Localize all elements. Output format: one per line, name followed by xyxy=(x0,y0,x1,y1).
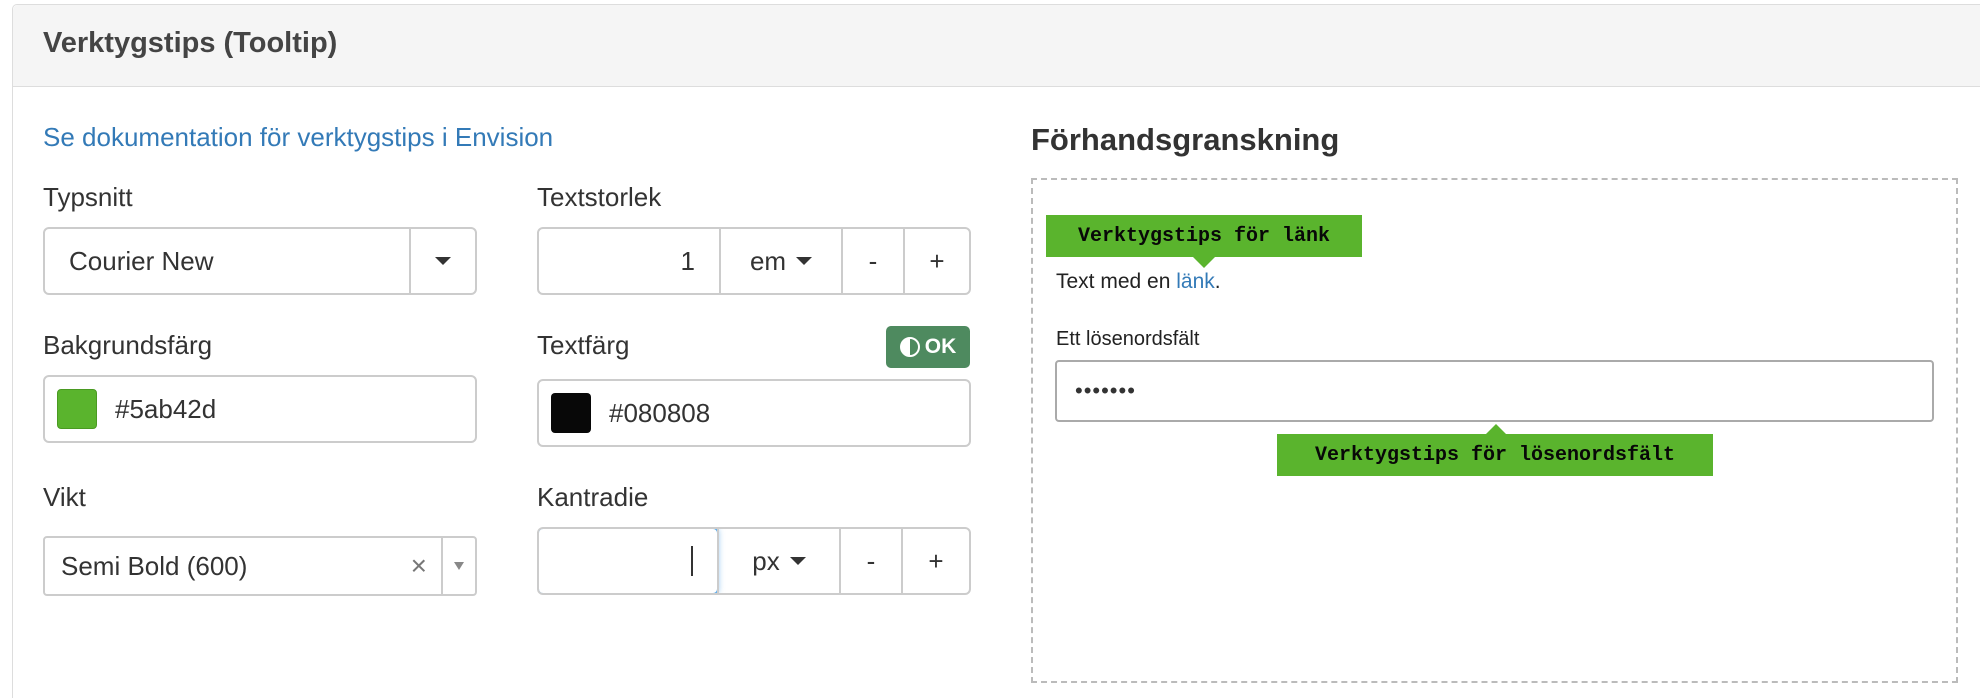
font-select[interactable]: Courier New xyxy=(43,227,477,295)
weight-label: Vikt xyxy=(43,482,86,512)
border-radius-unit-dropdown[interactable]: px xyxy=(717,529,839,593)
background-color-label: Bakgrundsfärg xyxy=(43,330,213,360)
text-color-swatch[interactable] xyxy=(551,393,591,433)
chevron-down-icon xyxy=(435,257,451,265)
link-tooltip-arrow xyxy=(1193,257,1215,268)
preview-link[interactable]: länk xyxy=(1176,270,1215,293)
triangle-down-icon xyxy=(454,562,464,570)
border-radius-label: Kantradie xyxy=(537,482,649,512)
text-cursor xyxy=(691,546,693,576)
border-radius-increase-button[interactable]: + xyxy=(901,529,969,593)
password-field[interactable]: ••••••• xyxy=(1055,360,1934,422)
password-field-label: Ett lösenordsfält xyxy=(1056,328,1200,350)
panel-title: Verktygstips (Tooltip) xyxy=(43,27,338,59)
contrast-status-text: OK xyxy=(924,335,957,358)
text-size-unit: em xyxy=(749,245,787,276)
preview-text-before: Text med en xyxy=(1056,270,1177,293)
clear-icon[interactable]: × xyxy=(411,550,427,582)
chevron-down-icon xyxy=(789,557,806,565)
password-tooltip: Verktygstips för lösenordsfält xyxy=(1277,434,1713,476)
text-color-input[interactable]: #080808 xyxy=(537,379,971,447)
preview-text-line: Text med en länk. xyxy=(1056,270,1221,294)
text-size-increase-button[interactable]: + xyxy=(903,229,969,293)
background-color-input[interactable]: #5ab42d xyxy=(43,375,477,443)
link-tooltip: Verktygstips för länk xyxy=(1046,215,1362,257)
text-color-value: #080808 xyxy=(609,397,711,428)
font-dropdown-button[interactable] xyxy=(409,229,475,293)
weight-select[interactable]: Semi Bold (600) × xyxy=(43,536,477,596)
background-color-value: #5ab42d xyxy=(115,393,217,424)
text-size-input[interactable]: 1 xyxy=(539,229,719,293)
font-value: Courier New xyxy=(69,245,214,276)
border-radius-unit: px xyxy=(752,545,780,576)
preview-text-after: . xyxy=(1214,270,1221,293)
panel-heading: Verktygstips (Tooltip) xyxy=(13,5,1980,87)
chevron-down-icon xyxy=(796,257,813,265)
border-radius-decrease-button[interactable]: - xyxy=(839,529,901,593)
contrast-status-badge: OK xyxy=(886,326,970,368)
background-color-swatch[interactable] xyxy=(57,389,97,429)
weight-value-area: Semi Bold (600) × xyxy=(45,538,441,594)
text-color-label: Textfärg xyxy=(537,330,630,360)
text-size-label: Textstorlek xyxy=(537,182,662,212)
border-radius-group: px - + xyxy=(537,527,971,595)
weight-value: Semi Bold (600) xyxy=(61,550,248,581)
text-size-decrease-button[interactable]: - xyxy=(841,229,903,293)
contrast-icon xyxy=(899,337,920,357)
font-label: Typsnitt xyxy=(43,182,133,212)
border-radius-input[interactable] xyxy=(539,529,719,593)
preview-title: Förhandsgranskning xyxy=(1031,122,1340,157)
documentation-link[interactable]: Se dokumentation för verktygstips i Envi… xyxy=(43,122,553,153)
text-size-unit-dropdown[interactable]: em xyxy=(719,229,841,293)
text-size-group: 1 em - + xyxy=(537,227,971,295)
weight-dropdown-button[interactable] xyxy=(441,538,475,594)
